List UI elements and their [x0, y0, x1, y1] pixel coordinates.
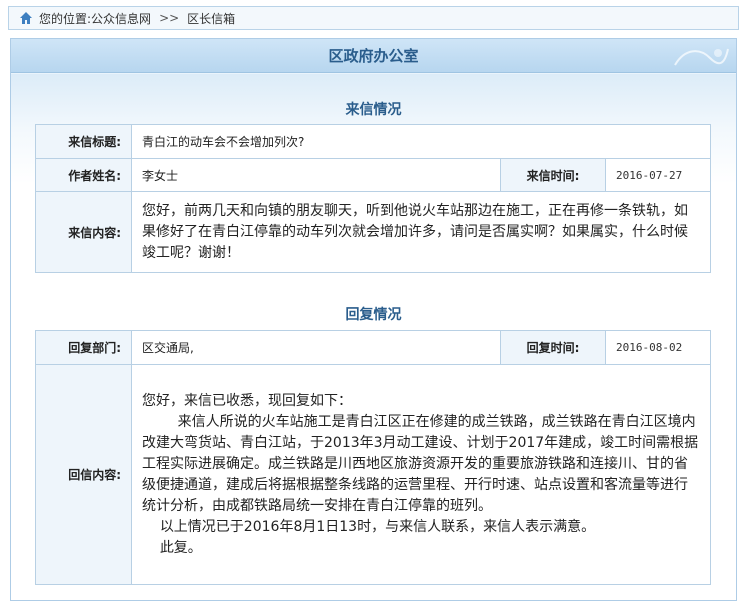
letter-author-row: 作者姓名: 李女士 来信时间: 2016-07-27	[35, 158, 711, 192]
breadcrumb-separator: >>	[159, 11, 180, 25]
letter-time-value: 2016-07-27	[605, 158, 711, 192]
letter-content-label: 来信内容:	[35, 191, 132, 273]
subject-label: 来信标题:	[35, 124, 132, 159]
letter-subject-row: 来信标题: 青白江的动车会不会增加列次?	[35, 124, 711, 159]
reply-time-label: 回复时间:	[500, 330, 606, 365]
letter-content-value: 您好，前两几天和向镇的朋友聊天，听到他说火车站那边在施工，正在再修一条铁轨，如果…	[131, 191, 711, 273]
reply-section-title: 回复情况	[345, 307, 402, 323]
reply-table: 回复部门: 区交通局, 回复时间: 2016-08-02 回信内容: 您好，来信…	[35, 330, 711, 585]
reply-dept-label: 回复部门:	[35, 330, 132, 365]
author-label: 作者姓名:	[35, 158, 132, 192]
reply-content-label: 回信内容:	[35, 364, 132, 585]
reply-time-value: 2016-08-02	[605, 330, 711, 365]
breadcrumb-prefix: 您的位置:	[39, 11, 92, 26]
panel-header: 区政府办公室	[11, 39, 736, 73]
reply-dept-row: 回复部门: 区交通局, 回复时间: 2016-08-02	[35, 330, 711, 365]
author-value: 李女士	[131, 158, 501, 192]
breadcrumb: 您的位置: 公众信息网 >> 区长信箱	[8, 6, 739, 30]
letter-section-title: 来信情况	[345, 102, 402, 118]
panel-title: 区政府办公室	[328, 47, 419, 65]
letter-table: 来信标题: 青白江的动车会不会增加列次? 作者姓名: 李女士 来信时间: 201…	[35, 124, 711, 273]
subject-value: 青白江的动车会不会增加列次?	[131, 124, 711, 159]
swirl-decoration-icon	[674, 48, 729, 66]
letter-content-row: 来信内容: 您好，前两几天和向镇的朋友聊天，听到他说火车站那边在施工，正在再修一…	[35, 191, 711, 273]
breadcrumb-current: 区长信箱	[187, 11, 236, 26]
home-icon[interactable]	[19, 11, 33, 25]
reply-dept-value: 区交通局,	[131, 330, 501, 365]
breadcrumb-link-site[interactable]: 公众信息网	[91, 10, 151, 27]
reply-content-row: 回信内容: 您好，来信已收悉，现回复如下： 来信人所说的火车站施工是青白江区正在…	[35, 364, 711, 585]
reply-content-value: 您好，来信已收悉，现回复如下： 来信人所说的火车站施工是青白江区正在修建的成兰铁…	[131, 364, 711, 585]
letter-time-label: 来信时间:	[500, 158, 606, 192]
